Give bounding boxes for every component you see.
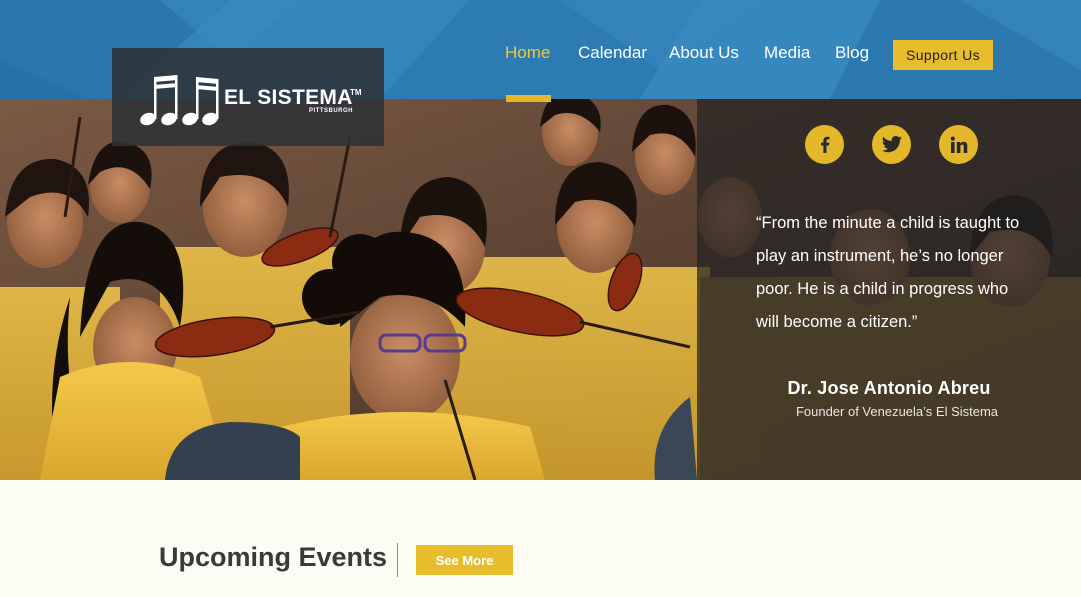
see-more-button[interactable]: See More [416, 545, 513, 575]
facebook-icon [820, 136, 829, 153]
social-links [805, 125, 978, 164]
support-us-button[interactable]: Support Us [893, 40, 993, 70]
linkedin-icon [950, 136, 967, 153]
quote-line: will become a citizen.” [756, 313, 918, 331]
quote-line: “From the minute a child is taught to [756, 214, 1020, 232]
linkedin-button[interactable] [939, 125, 978, 164]
quote-author-role: Founder of Venezuela’s El Sistema [795, 404, 999, 419]
twitter-button[interactable] [872, 125, 911, 164]
nav-blog[interactable]: Blog [835, 43, 869, 63]
nav-calendar[interactable]: Calendar [578, 43, 647, 63]
logo-trademark: TM [350, 88, 362, 97]
nav-about-us[interactable]: About Us [669, 43, 739, 63]
twitter-icon [881, 135, 902, 152]
nav-active-indicator [506, 95, 551, 102]
title-divider [397, 543, 398, 577]
site-logo[interactable]: EL SISTEMA TM PITTSBURGH [112, 48, 384, 146]
quote-author: Dr. Jose Antonio Abreu [787, 378, 991, 398]
logo-city: PITTSBURGH [309, 108, 353, 114]
section-title: Upcoming Events [159, 542, 388, 572]
logo-wordmark: EL SISTEMA [224, 86, 353, 109]
nav-home[interactable]: Home [505, 43, 550, 63]
quote-text: “From the minute a child is taught to pl… [756, 207, 1056, 339]
facebook-button[interactable] [805, 125, 844, 164]
nav-media[interactable]: Media [764, 43, 810, 63]
music-notes-icon [140, 75, 219, 126]
quote-line: poor. He is a child in progress who [756, 280, 1009, 298]
quote-line: play an instrument, he’s no longer [756, 247, 1004, 265]
